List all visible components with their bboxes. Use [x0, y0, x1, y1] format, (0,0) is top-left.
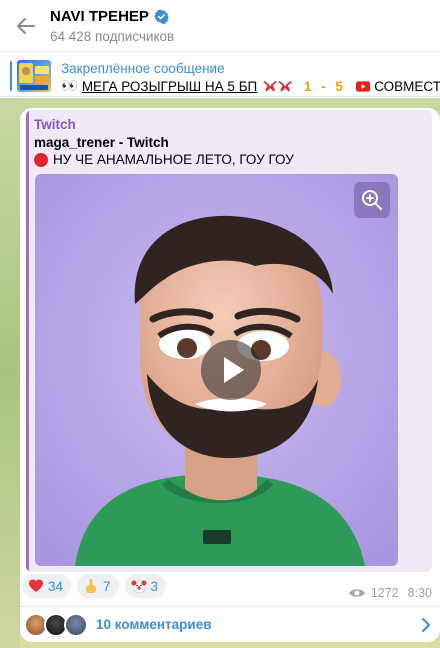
preview-accent-bar — [26, 110, 29, 572]
chat-wallpaper — [0, 98, 20, 648]
reaction-count: 7 — [103, 578, 111, 594]
subscriber-count: 64 428 подписчиков — [50, 29, 175, 44]
preview-title: maga_trener - Twitch — [34, 135, 169, 150]
pinned-text: МЕГА РОЗЫГРЫШ НА 5 БП — [81, 78, 258, 94]
red-circle-icon — [34, 152, 48, 167]
zoom-in-icon — [362, 190, 382, 210]
ribbon-emoji-icon — [278, 81, 292, 92]
play-button-icon[interactable] — [200, 339, 262, 401]
commenter-avatars — [24, 613, 88, 637]
clown-icon — [131, 580, 147, 594]
zoom-button[interactable] — [354, 182, 390, 218]
preview-description: НУ ЧЕ АНАМАЛЬНОЕ ЛЕТО, ГОУ ГОУ — [53, 152, 294, 167]
comments-row[interactable]: 10 комментариев — [20, 606, 440, 642]
pinned-title: Закреплённое сообщение — [61, 61, 225, 76]
preview-media[interactable] — [35, 174, 398, 566]
view-count: 1272 — [370, 586, 399, 600]
reaction-clown[interactable]: 3 — [124, 574, 167, 598]
comments-count: 10 комментариев — [96, 617, 212, 632]
reaction-heart[interactable]: 34 — [22, 574, 72, 598]
avatar — [64, 613, 88, 637]
reactions-bar: 34 7 3 — [22, 574, 167, 602]
channel-name: NAVI ТРЕНЕР — [50, 8, 149, 25]
verified-icon — [154, 9, 169, 24]
message-time: 8:30 — [407, 586, 432, 600]
views-eye-icon — [348, 589, 365, 597]
pinned-message[interactable]: Закреплённое сообщение 👀 МЕГА РОЗЫГРЫШ Н… — [0, 53, 440, 97]
youtube-icon — [355, 80, 371, 92]
pinned-thumbnail — [17, 60, 51, 92]
message-meta: 1272 8:30 — [348, 586, 432, 600]
pinned-tail: СОВМЕСТ — [374, 78, 440, 94]
pinned-indicator — [10, 61, 12, 91]
reaction-count: 34 — [48, 578, 64, 594]
channel-title[interactable]: NAVI ТРЕНЕР — [50, 8, 169, 25]
reaction-count: 3 — [150, 578, 159, 594]
chat-header: NAVI ТРЕНЕР 64 428 подписчиков — [0, 0, 440, 52]
middle-finger-icon — [86, 579, 97, 593]
chevron-right-icon — [422, 618, 430, 632]
preview-site-name: Twitch — [34, 117, 76, 132]
eyes-emoji: 👀 — [61, 78, 78, 94]
pinned-preview: 👀 МЕГА РОЗЫГРЫШ НА 5 БП 1 - 5 СОВМЕСТ — [61, 78, 440, 94]
back-arrow-icon[interactable] — [14, 14, 38, 38]
reaction-middle-finger[interactable]: 7 — [77, 574, 119, 598]
preview-description-row: НУ ЧЕ АНАМАЛЬНОЕ ЛЕТО, ГОУ ГОУ — [34, 152, 294, 167]
heart-icon — [29, 579, 43, 592]
chat-area: Twitch maga_trener - Twitch НУ ЧЕ АНАМАЛ… — [0, 98, 440, 648]
link-preview[interactable]: Twitch maga_trener - Twitch НУ ЧЕ АНАМАЛ… — [26, 110, 432, 572]
message-bubble[interactable]: Twitch maga_trener - Twitch НУ ЧЕ АНАМАЛ… — [20, 108, 440, 642]
pinned-range: 1 - 5 — [303, 78, 346, 94]
ribbon-emoji-icon — [263, 81, 277, 92]
